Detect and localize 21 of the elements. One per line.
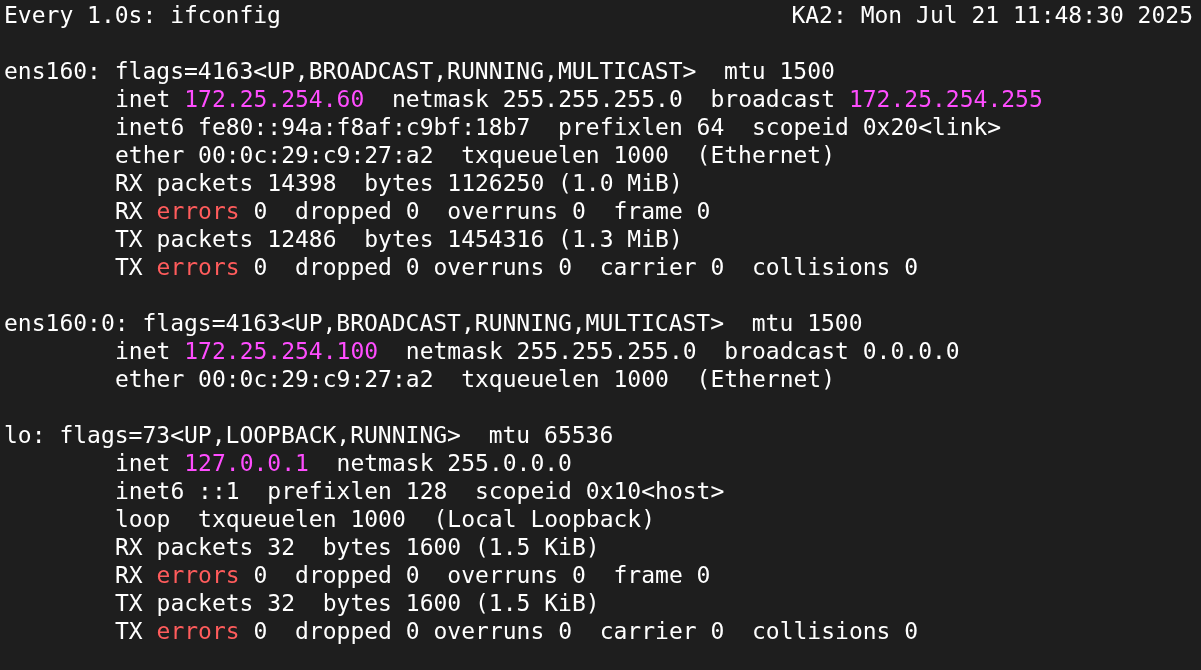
terminal-line: TX packets 32 bytes 1600 (1.5 KiB) xyxy=(115,589,601,617)
terminal-line: RX errors 0 dropped 0 overruns 0 frame 0 xyxy=(115,197,712,225)
terminal-line: RX packets 14398 bytes 1126250 (1.0 MiB) xyxy=(115,169,684,197)
terminal-line: inet 172.25.254.100 netmask 255.255.255.0 broadcast 0.0.0.0 xyxy=(115,337,961,365)
terminal-line: lo: flags=73<UP,LOOPBACK,RUNNING> mtu 65536 xyxy=(4,421,615,449)
host-timestamp: KA2: Mon Jul 21 11:48:30 2025 xyxy=(791,1,1193,29)
terminal-line: inet6 fe80::94a:f8af:c9bf:18b7 prefixlen 64 scopeid 0x20<link> xyxy=(115,113,1003,141)
watch-command: Every 1.0s: ifconfig xyxy=(4,1,281,29)
terminal-line: ens160: flags=4163<UP,BROADCAST,RUNNING,MULTICAST> mtu 1500 xyxy=(4,57,836,85)
terminal-line: ether 00:0c:29:c9:27:a2 txqueuelen 1000 (Ethernet) xyxy=(115,141,837,169)
terminal-line: inet6 ::1 prefixlen 128 scopeid 0x10<host> xyxy=(115,477,726,505)
terminal-line: inet 172.25.254.60 netmask 255.255.255.0 broadcast 172.25.254.255 xyxy=(115,85,1044,113)
terminal-line: TX packets 12486 bytes 1454316 (1.3 MiB) xyxy=(115,225,684,253)
terminal-line: RX packets 32 bytes 1600 (1.5 KiB) xyxy=(115,533,601,561)
terminal-line: TX errors 0 dropped 0 overruns 0 carrier 0 collisions 0 xyxy=(115,617,920,645)
terminal-line: inet 127.0.0.1 netmask 255.0.0.0 xyxy=(115,449,573,477)
terminal-line: ether 00:0c:29:c9:27:a2 txqueuelen 1000 (Ethernet) xyxy=(115,365,837,393)
terminal-line: loop txqueuelen 1000 (Local Loopback) xyxy=(115,505,657,533)
terminal-line: RX errors 0 dropped 0 overruns 0 frame 0 xyxy=(115,561,712,589)
terminal-line: TX errors 0 dropped 0 overruns 0 carrier 0 collisions 0 xyxy=(115,253,920,281)
terminal-line: ens160:0: flags=4163<UP,BROADCAST,RUNNING,MULTICAST> mtu 1500 xyxy=(4,309,864,337)
